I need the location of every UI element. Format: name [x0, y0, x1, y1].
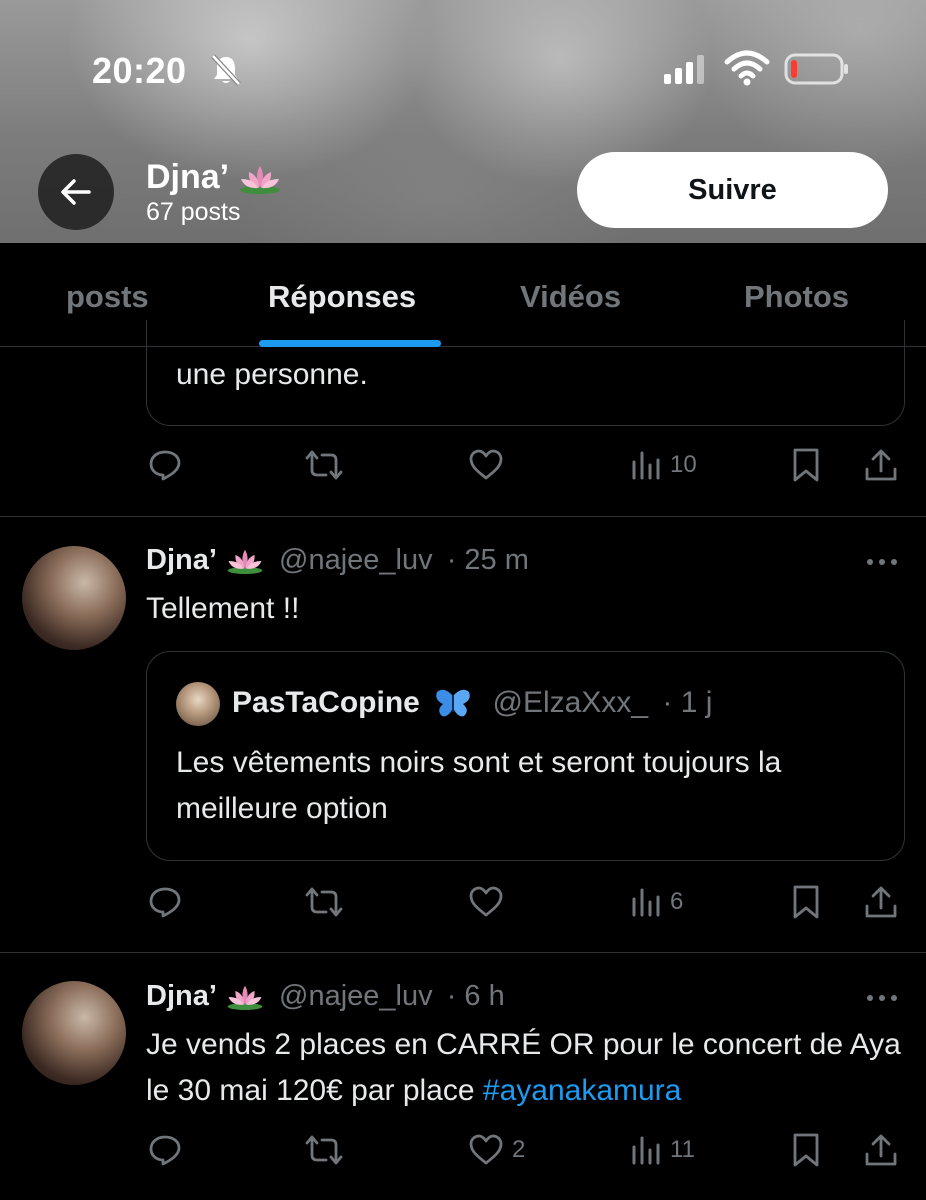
reply-icon [149, 450, 181, 481]
avatar[interactable] [22, 546, 126, 650]
views-count: 6 [670, 888, 684, 915]
bookmark-button[interactable] [791, 882, 821, 922]
post-time: · 25 m [446, 544, 529, 576]
reply-button[interactable] [148, 882, 182, 922]
back-button[interactable] [38, 154, 114, 230]
bell-off-icon [211, 54, 241, 86]
views-button[interactable]: 10 [630, 445, 697, 485]
hashtag-link[interactable]: #ayanakamura [483, 1074, 681, 1107]
more-icon[interactable] [864, 556, 900, 568]
like-icon [469, 886, 503, 917]
follow-button[interactable]: Suivre [577, 152, 888, 228]
views-count: 10 [670, 451, 697, 478]
like-icon [469, 449, 503, 480]
post-divider [0, 516, 926, 517]
views-icon [632, 451, 660, 480]
status-time: 20:20 [92, 50, 187, 91]
reply-icon [149, 1135, 181, 1166]
post-actions: 6 [0, 882, 926, 922]
tab-videos[interactable]: Vidéos [520, 279, 621, 315]
views-button[interactable]: 11 [630, 1130, 695, 1170]
share-button[interactable] [864, 882, 898, 922]
tab-replies[interactable]: Réponses [268, 279, 416, 315]
repost-button[interactable] [304, 882, 344, 922]
profile-name-text: Djna’ [146, 158, 228, 196]
more-icon[interactable] [864, 992, 900, 1004]
quoted-post-text: une personne. [176, 358, 368, 391]
reply-button[interactable] [148, 445, 182, 485]
post-header: Djna’ @najee_luv · 25 m [146, 544, 529, 577]
bookmark-icon [793, 885, 819, 919]
post-time: · 6 h [446, 980, 505, 1012]
like-button[interactable] [468, 445, 504, 485]
post-author-handle[interactable]: @najee_luv [279, 544, 433, 576]
repost-button[interactable] [304, 1130, 344, 1170]
signal-icon [664, 55, 704, 84]
tab-posts[interactable]: posts [66, 279, 149, 315]
lotus-icon [227, 550, 263, 575]
quoted-post-time: · 1 j [662, 686, 713, 719]
battery-icon [784, 53, 848, 85]
likes-count: 2 [512, 1136, 526, 1163]
avatar[interactable] [22, 981, 126, 1085]
quoted-post-header: PasTaCopine @ElzaXxx_ · 1 j [232, 686, 712, 720]
share-icon [865, 1134, 897, 1166]
post-text: Je vends 2 places en CARRÉ OR pour le co… [146, 1022, 906, 1114]
views-icon [632, 888, 660, 917]
tab-photos[interactable]: Photos [744, 279, 849, 315]
quoted-avatar[interactable] [176, 682, 220, 726]
post-actions: 2 11 [0, 1130, 926, 1170]
lotus-icon [239, 166, 280, 195]
profile-name: Djna’ [146, 158, 283, 197]
post-divider [0, 952, 926, 953]
bookmark-icon [793, 1133, 819, 1167]
repost-icon [305, 1135, 343, 1165]
share-icon [865, 449, 897, 481]
share-icon [865, 886, 897, 918]
like-icon [469, 1134, 503, 1165]
views-count: 11 [670, 1136, 695, 1163]
share-button[interactable] [864, 1130, 898, 1170]
post-author-name[interactable]: Djna’ [146, 980, 217, 1012]
post-header: Djna’ @najee_luv · 6 h [146, 980, 505, 1013]
posts-count: 67 posts [146, 198, 241, 226]
bookmark-button[interactable] [791, 445, 821, 485]
back-arrow-icon [61, 179, 91, 205]
post-author-handle[interactable]: @najee_luv [279, 980, 433, 1012]
bookmark-icon [793, 448, 819, 482]
post-author-name[interactable]: Djna’ [146, 544, 217, 576]
post-text: Tellement !! [146, 592, 300, 625]
views-icon [632, 1136, 660, 1165]
butterfly-icon [436, 689, 470, 717]
post-actions: 10 [0, 445, 926, 485]
quoted-author-handle: @ElzaXxx_ [492, 686, 649, 719]
quoted-author-name: PasTaCopine [232, 686, 420, 719]
reply-icon [149, 887, 181, 918]
lotus-icon [227, 986, 263, 1011]
views-button[interactable]: 6 [630, 882, 683, 922]
bookmark-button[interactable] [791, 1130, 821, 1170]
repost-icon [305, 887, 343, 917]
quoted-post-text: Les vêtements noirs sont et seront toujo… [176, 746, 782, 825]
like-button[interactable] [468, 882, 504, 922]
repost-icon [305, 450, 343, 480]
share-button[interactable] [864, 445, 898, 485]
status-bar: 20:20 [0, 40, 926, 100]
reply-button[interactable] [148, 1130, 182, 1170]
like-button[interactable]: 2 [468, 1130, 525, 1170]
wifi-icon [724, 50, 770, 86]
repost-button[interactable] [304, 445, 344, 485]
